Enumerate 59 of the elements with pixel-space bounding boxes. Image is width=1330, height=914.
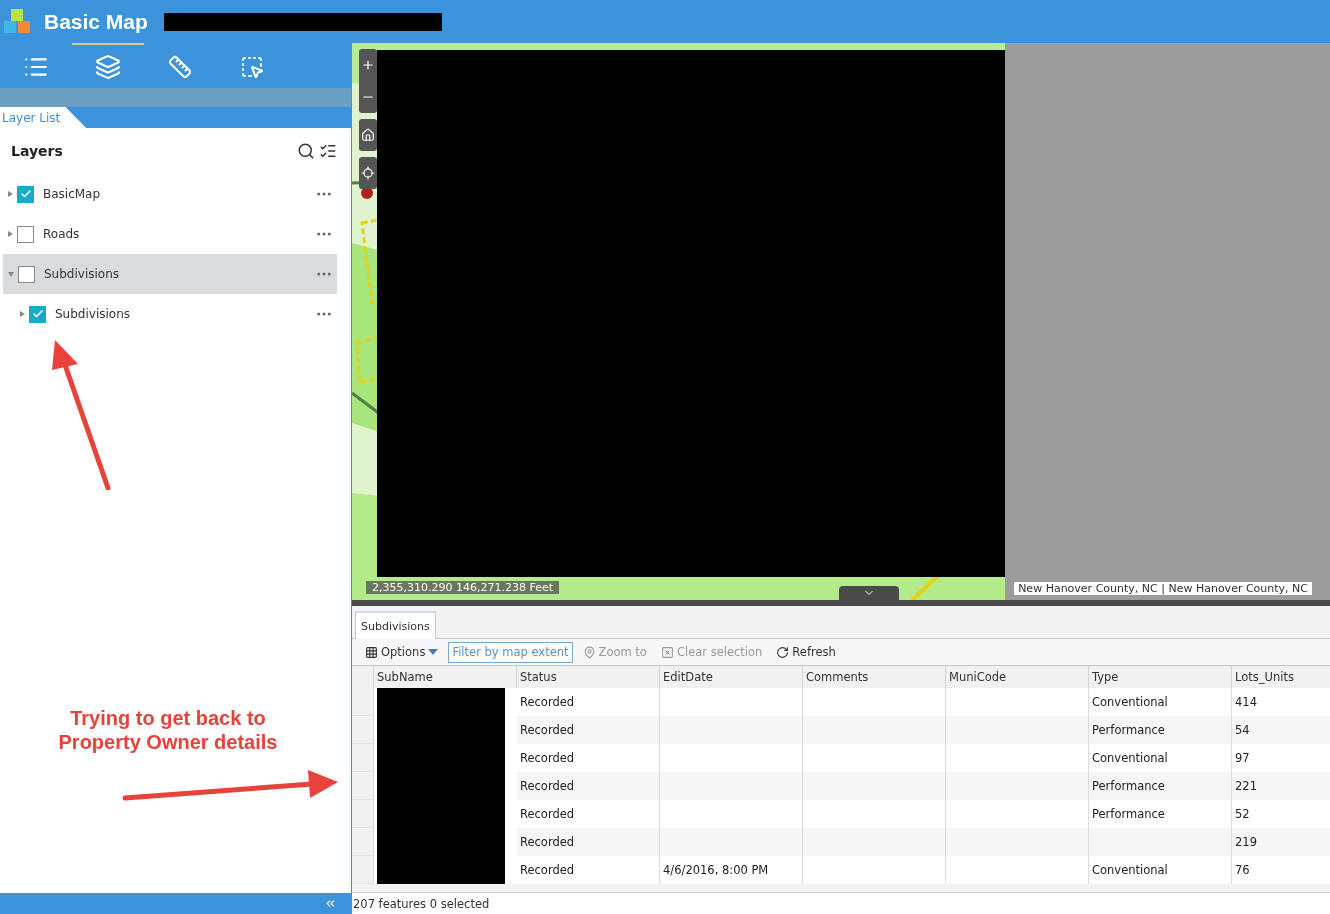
- grid-icon: [365, 645, 378, 659]
- layer-name: BasicMap: [43, 187, 102, 201]
- layer-row[interactable]: BasicMap: [3, 174, 337, 214]
- map-attribution: New Hanover County, NC | New Hanover County, NC: [1014, 582, 1312, 595]
- search-icon[interactable]: [297, 142, 315, 160]
- refresh-icon: [776, 645, 790, 659]
- layer-name: Subdivisions: [44, 267, 120, 281]
- annotation-text: Trying to get back to Property Owner details: [57, 706, 279, 754]
- layer-checkbox[interactable]: [17, 225, 34, 243]
- layer-name: Subdivisions: [55, 307, 131, 321]
- panel-toggle-button[interactable]: [839, 586, 899, 600]
- column-header[interactable]: MuniCode: [946, 666, 1089, 688]
- clear-icon: [660, 645, 674, 659]
- table-cell: Conventional: [1089, 856, 1232, 884]
- layer-row[interactable]: Subdivisions: [3, 254, 337, 294]
- table-cell: Performance: [1089, 716, 1232, 744]
- table-tab[interactable]: Subdivisions: [355, 611, 436, 639]
- table-cell: Recorded: [517, 716, 660, 744]
- check-icon: [19, 188, 32, 200]
- locate-icon: [361, 166, 375, 180]
- panel-title: Layers: [11, 143, 63, 159]
- layer-row[interactable]: Subdivisions: [3, 294, 337, 334]
- panel-tab[interactable]: Layer List: [0, 107, 87, 128]
- status-bar-text: 207 features 0 selected: [352, 892, 1330, 914]
- table-cell: 219: [1232, 828, 1330, 856]
- column-header[interactable]: Status: [517, 666, 660, 688]
- table-cell: Conventional: [1089, 688, 1232, 716]
- layer-name: Roads: [43, 227, 81, 241]
- table-cell: 221: [1232, 772, 1330, 800]
- layer-checkbox[interactable]: [18, 265, 35, 283]
- check-icon: [31, 308, 44, 320]
- filter-button[interactable]: Filter by map extent: [448, 641, 573, 663]
- dropdown-caret-icon: [428, 649, 439, 655]
- refresh-button[interactable]: Refresh: [772, 641, 840, 663]
- layer-checkbox[interactable]: [17, 185, 34, 203]
- layer-row[interactable]: Roads: [3, 214, 337, 254]
- table-cell: 4/6/2016, 8:00 PM: [660, 856, 803, 884]
- layer-checkbox[interactable]: [29, 305, 46, 323]
- table-cell: Recorded: [517, 828, 660, 856]
- ruler-icon: [168, 54, 192, 79]
- column-header[interactable]: Comments: [803, 666, 946, 688]
- options-button[interactable]: Options: [361, 641, 443, 663]
- column-header[interactable]: EditDate: [660, 666, 803, 688]
- plus-icon: [361, 58, 375, 72]
- coordinates-readout: 2,355,310.290 146,271.238 Feet: [366, 581, 560, 594]
- column-header[interactable]: SubName: [374, 666, 517, 688]
- pin-icon: [582, 645, 596, 659]
- column-header[interactable]: Lots_Units: [1232, 666, 1330, 688]
- app-title: Basic Map: [44, 9, 148, 34]
- collapse-icon[interactable]: [324, 897, 337, 910]
- column-header[interactable]: Type: [1089, 666, 1232, 688]
- home-icon: [361, 128, 375, 142]
- table-cell: Performance: [1089, 772, 1232, 800]
- table-cell: 54: [1232, 716, 1330, 744]
- filter-list-icon[interactable]: [319, 142, 337, 160]
- table-cell: Conventional: [1089, 744, 1232, 772]
- layers-icon: [95, 53, 121, 80]
- cursor-select-icon: [240, 54, 264, 79]
- table-cell: Recorded: [517, 772, 660, 800]
